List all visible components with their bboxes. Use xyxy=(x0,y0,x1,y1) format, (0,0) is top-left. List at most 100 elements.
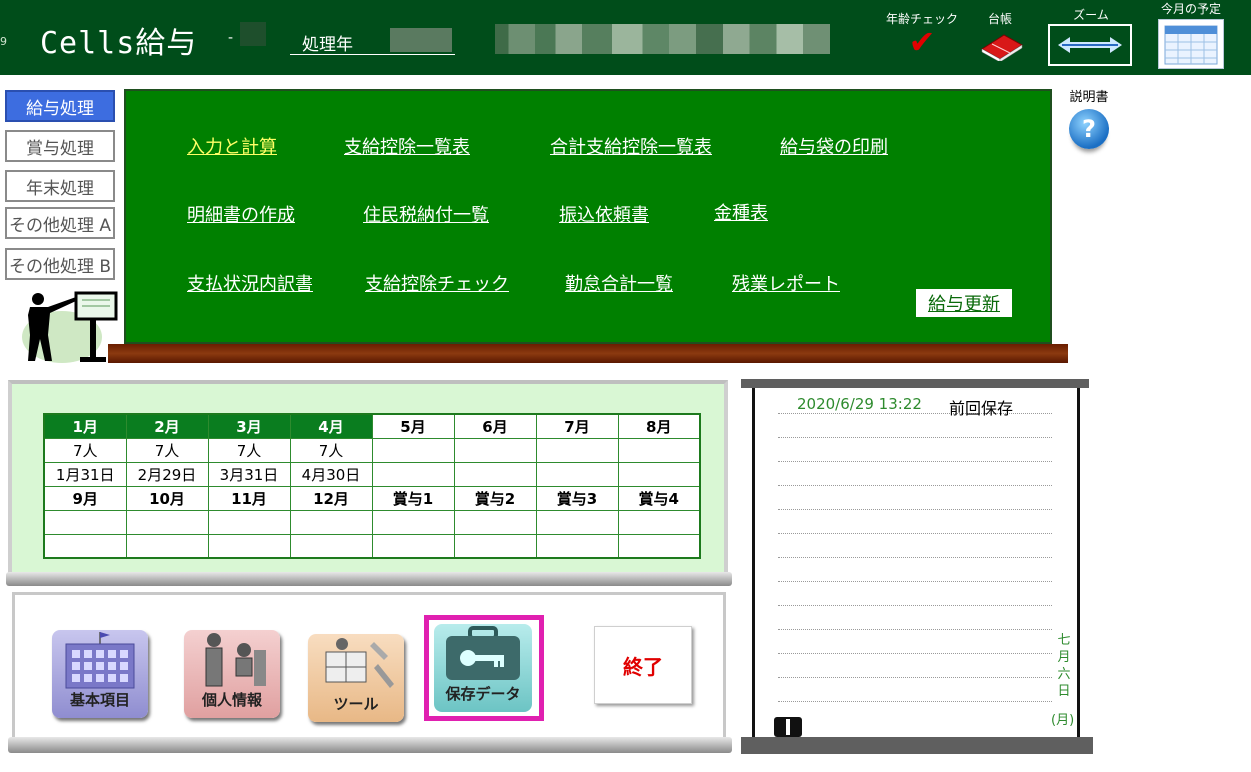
link-pay-envelope-print[interactable]: 給与袋の印刷 xyxy=(780,133,888,159)
zoom-button[interactable]: ズーム xyxy=(1048,6,1134,66)
table-cell xyxy=(371,461,455,487)
link-attendance-total-list[interactable]: 勤怠合計一覧 xyxy=(565,270,673,296)
link-payment-deduction-list[interactable]: 支給控除一覧表 xyxy=(344,133,470,159)
notes-bottom-bar xyxy=(741,737,1093,754)
exit-label: 終了 xyxy=(623,654,663,679)
notes-top-bar xyxy=(741,379,1089,388)
zoom-label: ズーム xyxy=(1073,8,1109,22)
zoom-arrows-icon xyxy=(1048,24,1132,66)
table-cell: 賞与4 xyxy=(617,485,701,511)
key-briefcase-icon xyxy=(446,626,520,680)
manual-label: 説明書 xyxy=(1069,90,1109,105)
personal-info-button[interactable]: 個人情報 xyxy=(184,630,280,718)
blackboard-ledge xyxy=(108,344,1068,363)
table-cell: 賞与1 xyxy=(371,485,455,511)
table-cell xyxy=(289,533,373,559)
table-row: 9月 10月 11月 12月 賞与1 賞与2 賞与3 賞与4 xyxy=(43,485,701,511)
table-cell: 7月 xyxy=(535,413,619,439)
table-cell xyxy=(453,509,537,535)
table-cell: 12月 xyxy=(289,485,373,511)
link-create-statement[interactable]: 明細書の作成 xyxy=(187,201,295,227)
note-rule-line xyxy=(778,581,1052,582)
tools-label: ツール xyxy=(333,695,379,713)
check-mark-icon: ✔ xyxy=(908,23,936,61)
table-cell: 5月 xyxy=(371,413,455,439)
table-cell xyxy=(617,533,701,559)
table-cell: 2月29日 xyxy=(125,461,209,487)
note-rule-line xyxy=(778,629,1052,630)
link-transfer-request[interactable]: 振込依頼書 xyxy=(559,201,649,227)
table-cell xyxy=(207,509,291,535)
manual-button[interactable]: 説明書 ? xyxy=(1062,86,1116,149)
table-cell xyxy=(535,509,619,535)
people-icon xyxy=(205,633,266,687)
table-row: 7人 7人 7人 7人 xyxy=(43,437,701,463)
age-check-button[interactable]: 年齢チェック ✔ xyxy=(882,10,962,61)
link-payment-status-breakdown[interactable]: 支払状況内訳書 xyxy=(187,270,313,296)
table-cell xyxy=(617,509,701,535)
link-overtime-report[interactable]: 残業レポート xyxy=(732,270,840,296)
sidebar-item-label: その他処理 A xyxy=(8,215,112,236)
note-rule-line xyxy=(778,653,1052,654)
vertical-date-char: 日 xyxy=(1057,684,1071,699)
table-cell: 9月 xyxy=(43,485,127,511)
sidebar-item-year-end[interactable]: 年末処理 xyxy=(5,170,115,202)
table-cell: 3月31日 xyxy=(207,461,291,487)
table-cell xyxy=(453,437,537,463)
note-rule-line xyxy=(778,557,1052,558)
notes-scroll-handle[interactable] xyxy=(774,717,802,737)
table-cell: 8月 xyxy=(617,413,701,439)
table-cell xyxy=(371,437,455,463)
help-icon: ? xyxy=(1069,109,1109,149)
table-cell xyxy=(43,509,127,535)
month-schedule-button[interactable]: 今月の予定 xyxy=(1155,0,1227,69)
ledger-button[interactable]: 台帳 xyxy=(970,10,1030,63)
table-cell xyxy=(371,533,455,559)
note-rule-line xyxy=(778,605,1052,606)
exit-button[interactable]: 終了 xyxy=(594,626,692,704)
table-cell: 1月31日 xyxy=(43,461,127,487)
app-title: Cells給与 xyxy=(40,26,198,61)
save-data-button[interactable]: 保存データ xyxy=(434,624,532,712)
table-cell: 7人 xyxy=(289,437,373,463)
link-payment-deduction-check[interactable]: 支給控除チェック xyxy=(365,270,509,296)
table-cell xyxy=(289,509,373,535)
notes-panel xyxy=(752,388,1080,738)
table-cell xyxy=(535,461,619,487)
sidebar-item-label: 賞与処理 xyxy=(26,138,94,159)
link-resident-tax-list[interactable]: 住民税納付一覧 xyxy=(363,201,489,227)
basic-items-button[interactable]: 基本項目 xyxy=(52,630,148,718)
redacted-company-name xyxy=(495,24,830,54)
process-year-label: 処理年 xyxy=(302,35,353,55)
table-cell xyxy=(453,461,537,487)
table-cell: 7人 xyxy=(125,437,209,463)
table-cell: 7人 xyxy=(43,437,127,463)
table-cell: 3月 xyxy=(207,413,291,439)
header-dash: - xyxy=(228,30,234,46)
note-rule-line xyxy=(778,509,1052,510)
note-rule-line xyxy=(778,677,1052,678)
table-cell xyxy=(371,509,455,535)
sidebar-item-bonus[interactable]: 賞与処理 xyxy=(5,130,115,162)
header-number: 9 xyxy=(0,35,7,48)
table-cell: 賞与2 xyxy=(453,485,537,511)
table-cell xyxy=(617,461,701,487)
payroll-update-label: 給与更新 xyxy=(928,294,1000,315)
table-cell: 2月 xyxy=(125,413,209,439)
book-icon xyxy=(978,29,1023,63)
table-cell xyxy=(43,533,127,559)
month-status-table: 1月 2月 3月 4月 5月 6月 7月 8月 7人 7人 7人 7人 1月31日 2月29日 3月31… xyxy=(43,413,701,559)
sidebar-item-other-b[interactable]: その他処理 B xyxy=(5,248,115,280)
table-cell xyxy=(207,533,291,559)
title-bar: 9 Cells給与 - 処理年 年齢チェック ✔ 台帳 ズーム 今月の予定 xyxy=(0,0,1251,75)
link-total-payment-deduction-list[interactable]: 合計支給控除一覧表 xyxy=(550,133,712,159)
table-cell xyxy=(535,533,619,559)
tools-button[interactable]: ツール xyxy=(308,634,404,722)
sidebar-item-payroll[interactable]: 給与処理 xyxy=(5,90,115,122)
note-rule-line xyxy=(778,437,1052,438)
save-data-label: 保存データ xyxy=(445,685,521,703)
payroll-update-button[interactable]: 給与更新 xyxy=(916,289,1012,317)
sidebar-item-other-a[interactable]: その他処理 A xyxy=(5,207,115,239)
link-denomination-table[interactable]: 金種表 xyxy=(714,199,768,225)
link-input-calc[interactable]: 入力と計算 xyxy=(187,133,277,159)
